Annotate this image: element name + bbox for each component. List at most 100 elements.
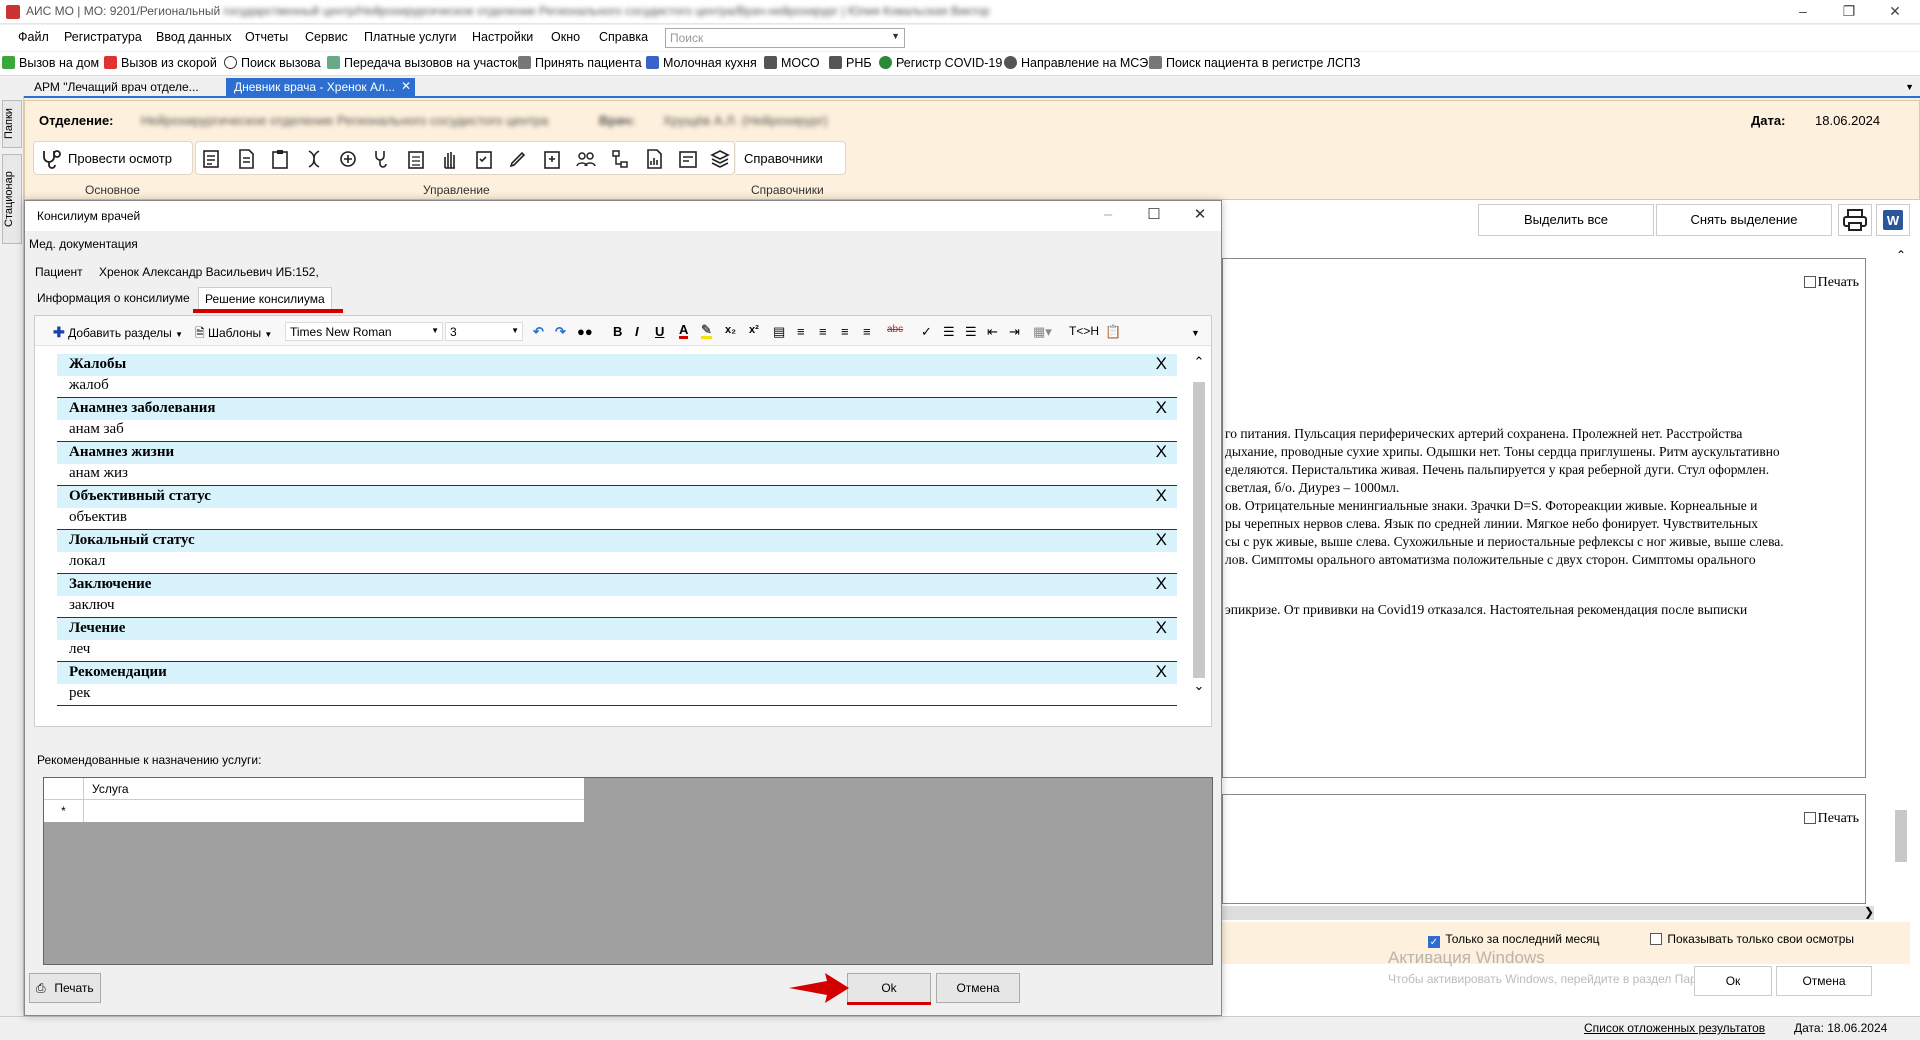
dialog-cancel-button[interactable]: Отмена [936, 973, 1020, 1003]
redo-icon[interactable]: ↷ [555, 324, 566, 340]
print-icon[interactable] [1838, 204, 1872, 236]
cancel-back-button[interactable]: Отмена [1776, 966, 1872, 996]
section-text[interactable]: жалоб [69, 377, 109, 394]
size-select[interactable]: 3 ▼ [445, 322, 523, 341]
document-icon[interactable] [235, 148, 257, 170]
quick-rnb[interactable]: РНБ [829, 56, 872, 70]
numbered-list-icon[interactable]: ☰ [943, 324, 955, 340]
close-window-button[interactable]: ✕ [1872, 0, 1918, 24]
outdent-icon[interactable]: ⇤ [987, 324, 998, 340]
dialog-maximize-button[interactable]: ☐ [1131, 201, 1177, 231]
flowchart-icon[interactable] [609, 148, 631, 170]
font-color-icon[interactable]: A [679, 323, 689, 339]
refs-button[interactable]: Справочники [736, 141, 846, 175]
undo-icon[interactable]: ↶ [533, 324, 544, 340]
search-input[interactable]: Поиск ▼ [665, 28, 905, 48]
exam-button[interactable]: Провести осмотр [33, 141, 193, 175]
quick-ambulance-call[interactable]: Вызов из скорой [104, 56, 217, 70]
indent-icon[interactable]: ⇥ [1009, 324, 1020, 340]
paragraph-icon[interactable]: ▤ [773, 324, 785, 340]
remove-section-icon[interactable]: X [1156, 354, 1167, 374]
scroll-up-icon[interactable]: ⌃ [1189, 354, 1209, 370]
spellcheck-icon[interactable]: ✓ [921, 324, 932, 340]
section-text[interactable]: заключ [69, 597, 115, 614]
dialog-minimize-button[interactable]: – [1085, 201, 1131, 231]
print-checkbox-2[interactable]: Печать [1803, 811, 1859, 827]
dna-icon[interactable] [303, 148, 325, 170]
dialog-ok-button[interactable]: Ok [847, 973, 931, 1003]
tab-doctor-diary[interactable]: Дневник врача - Хренок Ал... ✕ [226, 78, 416, 98]
add-sections-button[interactable]: ✚ Добавить разделы ▼ [53, 324, 183, 341]
quick-search-call[interactable]: Поиск вызова [224, 56, 321, 70]
deselect-button[interactable]: Снять выделение [1656, 204, 1832, 236]
remove-section-icon[interactable]: X [1156, 398, 1167, 418]
menu-reports[interactable]: Отчеты [245, 30, 288, 44]
toolbar-more-icon[interactable]: ▼ [1191, 328, 1200, 338]
close-tab-icon[interactable]: ✕ [401, 79, 411, 93]
chevron-down-icon[interactable]: ▼ [891, 31, 900, 41]
table-icon[interactable]: ▦▾ [1033, 324, 1052, 340]
layers-icon[interactable] [709, 148, 731, 170]
list-icon[interactable] [201, 148, 223, 170]
tab-consilium-info[interactable]: Информация о консилиуме [31, 287, 196, 309]
section-text[interactable]: анам заб [69, 421, 124, 438]
templates-button[interactable]: 🗎 Шаблоны ▼ [195, 324, 272, 345]
only-mine-checkbox[interactable]: Показывать только свои осмотры [1650, 932, 1854, 946]
menu-paid-services[interactable]: Платные услуги [364, 30, 456, 44]
form-icon[interactable] [677, 148, 699, 170]
menu-window[interactable]: Окно [551, 30, 580, 44]
hand-icon[interactable] [439, 148, 461, 170]
section-text[interactable]: рек [69, 685, 90, 702]
select-all-button[interactable]: Выделить все [1478, 204, 1654, 236]
align-left-icon[interactable]: ≡ [797, 324, 805, 339]
section-text[interactable]: объектив [69, 509, 127, 526]
font-select[interactable]: Times New Roman ▼ [285, 322, 443, 341]
horizontal-scrollbar[interactable]: ❯ [1222, 905, 1874, 920]
restore-button[interactable]: ❐ [1826, 0, 1872, 24]
tab-folders[interactable]: Папки [2, 100, 22, 148]
highlight-icon[interactable]: ✎ [701, 323, 712, 339]
paste-icon[interactable]: 📋 [1105, 324, 1121, 340]
tab-arm[interactable]: АРМ "Лечащий врач отделе... [26, 78, 207, 98]
quick-lspz-search[interactable]: Поиск пациента в регистре ЛСПЗ [1149, 56, 1361, 70]
quick-accept-patient[interactable]: Принять пациента [518, 56, 642, 70]
last-month-checkbox[interactable]: ✓ Только за последний месяц [1428, 932, 1600, 948]
quick-moso[interactable]: МОСО [764, 56, 820, 70]
report-chart-icon[interactable] [643, 148, 665, 170]
subscript-icon[interactable]: x₂ [725, 324, 736, 336]
pen-icon[interactable] [507, 148, 529, 170]
quick-covid-registry[interactable]: Регистр COVID-19 [879, 56, 1002, 70]
dialog-close-button[interactable]: ✕ [1177, 201, 1223, 231]
word-icon[interactable]: W [1876, 204, 1910, 236]
bold-icon[interactable]: B [613, 324, 622, 339]
menu-settings[interactable]: Настройки [472, 30, 533, 44]
tab-hospital[interactable]: Стационар [2, 154, 22, 244]
section-text[interactable]: анам жиз [69, 465, 128, 482]
menu-data-entry[interactable]: Ввод данных [156, 30, 232, 44]
italic-icon[interactable]: I [635, 324, 639, 339]
print-checkbox-1[interactable]: Печать [1803, 275, 1859, 291]
quick-transfer-calls[interactable]: Передача вызовов на участок [327, 56, 518, 70]
menu-registry[interactable]: Регистратура [64, 30, 142, 44]
superscript-icon[interactable]: x² [749, 324, 759, 336]
remove-section-icon[interactable]: X [1156, 442, 1167, 462]
doc-scrollbar[interactable]: ⌃ ⌄ [1892, 248, 1910, 948]
remove-section-icon[interactable]: X [1156, 618, 1167, 638]
scroll-down-icon[interactable]: ⌄ [1189, 678, 1209, 694]
find-icon[interactable]: ●● [577, 324, 593, 339]
remove-section-icon[interactable]: X [1156, 574, 1167, 594]
quick-home-call[interactable]: Вызов на дом [2, 56, 99, 70]
strikethrough-icon[interactable]: abc [887, 324, 903, 335]
section-text[interactable]: леч [69, 641, 90, 658]
section-text[interactable]: локал [69, 553, 105, 570]
minimize-button[interactable]: – [1780, 0, 1826, 24]
tab-consilium-decision[interactable]: Решение консилиума [198, 287, 332, 309]
checklist-icon[interactable] [473, 148, 495, 170]
grid-new-row[interactable]: * [44, 800, 584, 822]
stethoscope-small-icon[interactable] [371, 148, 393, 170]
tc-button[interactable]: T<>H [1069, 324, 1099, 338]
remove-section-icon[interactable]: X [1156, 662, 1167, 682]
deferred-results-link[interactable]: Список отложенных результатов [1584, 1021, 1765, 1035]
scroll-right-icon[interactable]: ❯ [1864, 905, 1874, 919]
justify-icon[interactable]: ≡ [863, 324, 871, 339]
